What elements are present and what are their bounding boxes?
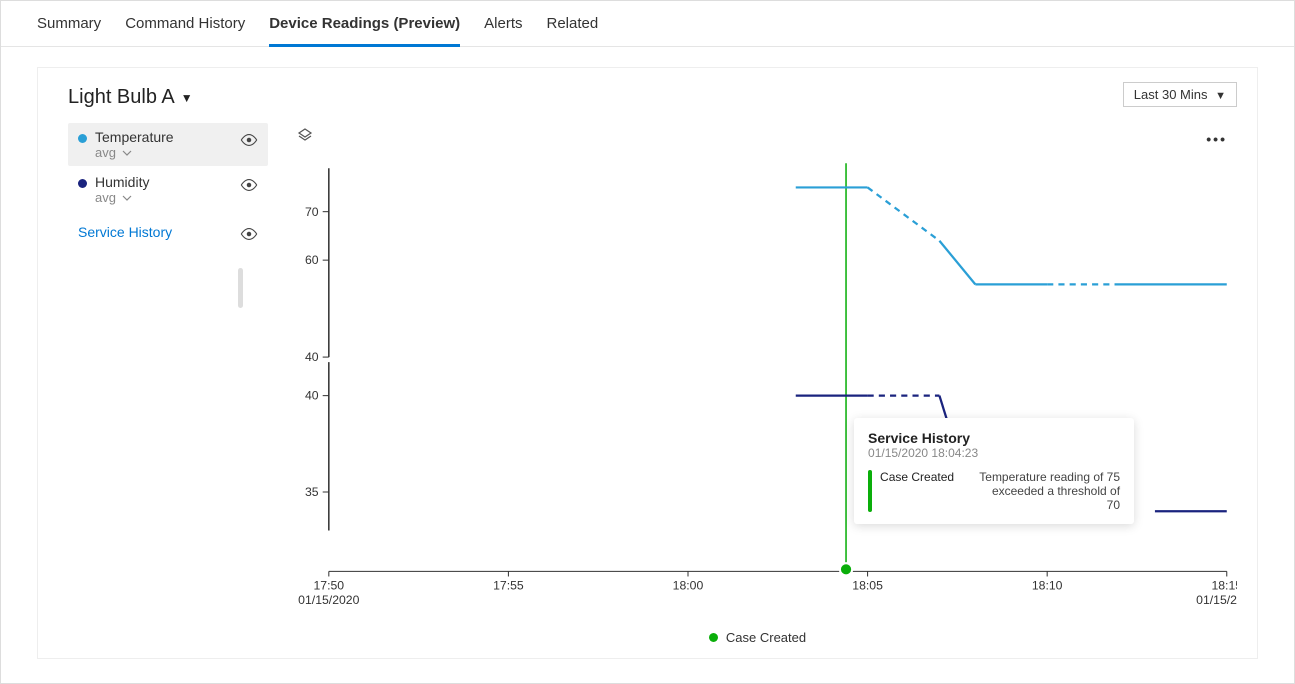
tooltip-message: Temperature reading of 75 exceeded a thr… — [978, 470, 1120, 512]
svg-text:18:05: 18:05 — [852, 579, 883, 593]
tab-command-history[interactable]: Command History — [125, 15, 245, 46]
chart-svg[interactable]: 40 60 70 35 40 17:50 17:55 18:00 18:05 18:10 18:15… — [288, 153, 1237, 643]
tab-alerts[interactable]: Alerts — [484, 15, 522, 46]
device-name: Light Bulb A — [68, 86, 175, 109]
tab-device-readings[interactable]: Device Readings (Preview) — [269, 15, 460, 47]
svg-text:01/15/2020: 01/15/2020 — [298, 593, 359, 607]
chevron-down-icon — [122, 193, 132, 203]
legend-name: Humidity — [95, 174, 149, 190]
legend-item-humidity[interactable]: Humidity avg — [68, 168, 268, 211]
card-body: Temperature avg Humidity — [68, 123, 1247, 645]
svg-text:18:00: 18:00 — [673, 579, 704, 593]
eye-icon[interactable] — [240, 178, 258, 192]
tooltip-title: Service History — [868, 430, 1120, 446]
legend-agg[interactable]: avg — [95, 145, 174, 160]
chart-card: Light Bulb A ▼ Last 30 Mins ▼ Temperatur… — [37, 67, 1258, 659]
service-history-label: Service History — [78, 224, 172, 240]
legend-service-history[interactable]: Service History — [68, 213, 268, 251]
tooltip-event: Case Created — [880, 470, 970, 484]
svg-text:60: 60 — [305, 253, 319, 267]
time-range-selector[interactable]: Last 30 Mins ▼ — [1123, 82, 1237, 107]
chevron-down-icon — [122, 148, 132, 158]
sidebar-scrollbar[interactable] — [238, 268, 243, 308]
legend-item-temperature[interactable]: Temperature avg — [68, 123, 268, 166]
tooltip-color-bar — [868, 470, 872, 512]
color-dot — [78, 134, 87, 143]
eye-icon[interactable] — [240, 227, 258, 241]
svg-text:40: 40 — [305, 389, 319, 403]
legend-agg[interactable]: avg — [95, 190, 149, 205]
content: Light Bulb A ▼ Last 30 Mins ▼ Temperatur… — [1, 47, 1294, 679]
device-selector[interactable]: Light Bulb A ▼ — [68, 86, 1247, 109]
tab-related[interactable]: Related — [546, 15, 598, 46]
svg-text:17:50: 17:50 — [314, 579, 345, 593]
svg-text:01/15/2020: 01/15/2020 — [1196, 593, 1237, 607]
caret-down-icon: ▼ — [181, 91, 193, 105]
color-dot — [78, 179, 87, 188]
bottom-legend: Case Created — [268, 630, 1247, 645]
eye-icon[interactable] — [240, 133, 258, 147]
tooltip: Service History 01/15/2020 18:04:23 Case… — [854, 418, 1134, 524]
bottom-legend-label: Case Created — [726, 630, 806, 645]
svg-text:70: 70 — [305, 205, 319, 219]
layers-icon[interactable] — [296, 127, 314, 145]
color-dot — [709, 633, 718, 642]
more-icon[interactable]: ••• — [1206, 131, 1227, 147]
time-range-label: Last 30 Mins — [1134, 87, 1208, 102]
legend-sidebar: Temperature avg Humidity — [68, 123, 268, 645]
tooltip-timestamp: 01/15/2020 18:04:23 — [868, 446, 1120, 460]
legend-name: Temperature — [95, 129, 174, 145]
svg-text:35: 35 — [305, 485, 319, 499]
tab-bar: Summary Command History Device Readings … — [1, 1, 1294, 47]
chart-area: ••• 40 60 70 35 40 17:50 17:55 18:00 18:05 18:10 1… — [268, 123, 1247, 645]
caret-down-icon: ▼ — [1215, 90, 1226, 102]
tab-summary[interactable]: Summary — [37, 15, 101, 46]
svg-text:18:15: 18:15 — [1211, 579, 1237, 593]
svg-text:17:55: 17:55 — [493, 579, 524, 593]
svg-text:18:10: 18:10 — [1032, 579, 1063, 593]
svg-text:40: 40 — [305, 350, 319, 364]
